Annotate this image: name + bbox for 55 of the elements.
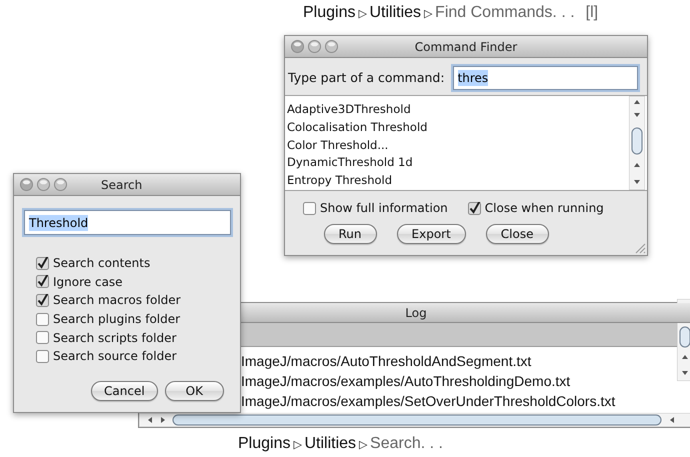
shortcut-key: [l] <box>586 4 598 22</box>
checkbox[interactable] <box>468 202 481 214</box>
path-separator: ▷ <box>424 7 432 20</box>
window-button[interactable] <box>325 40 338 53</box>
dialog-button[interactable]: Cancel <box>91 380 158 401</box>
checkbox[interactable] <box>36 294 49 307</box>
checkbox-label: Show full information <box>320 201 448 215</box>
path-separator: ▷ <box>359 438 368 451</box>
menu-path-item: Find Commands. . . <box>435 4 575 22</box>
menu-path-item: Utilities <box>304 435 356 453</box>
menu-path-item: Plugins <box>238 435 290 453</box>
window-title: Command Finder <box>414 40 518 54</box>
checkbox-label: Search contents <box>53 256 150 270</box>
window-button[interactable] <box>54 178 67 191</box>
window-title: Log <box>405 306 427 320</box>
checkbox-label: Close when running <box>484 201 604 215</box>
log-line: ImageJ/macros/examples/SetOverUnderThresholdColors.txt <box>241 392 616 411</box>
checkbox-label: Search scripts folder <box>53 330 176 345</box>
checkbox[interactable] <box>303 202 316 214</box>
text-field[interactable]: thres <box>452 66 638 90</box>
window-title: Search <box>101 178 142 192</box>
list-item[interactable]: Adaptive3DThreshold <box>287 101 411 119</box>
scrollbar[interactable] <box>139 413 690 427</box>
menu-path-item: Utilities <box>369 4 422 22</box>
dialog-button[interactable]: Export <box>396 224 466 244</box>
window-button[interactable] <box>37 178 50 191</box>
menu-path-item: Plugins <box>303 4 356 22</box>
list-item[interactable]: DynamicThreshold 1d <box>287 154 413 172</box>
log-line: ImageJ/macros/examples/AutoThresholdingDemo.txt <box>241 372 570 391</box>
path-separator: ▷ <box>293 438 302 451</box>
checkbox-label: Search plugins folder <box>53 312 180 326</box>
checkbox[interactable] <box>36 312 49 326</box>
window-button[interactable] <box>308 40 321 53</box>
text-field[interactable]: Threshold <box>24 210 231 235</box>
log-line: ImageJ/macros/AutoThresholdAndSegment.txt <box>241 352 532 371</box>
checkbox[interactable] <box>36 256 49 270</box>
dialog-button[interactable]: OK <box>164 380 224 401</box>
list-item[interactable]: Color Threshold... <box>287 136 388 154</box>
checkbox-label: Search macros folder <box>53 293 181 308</box>
checkbox[interactable] <box>36 275 49 288</box>
path-separator: ▷ <box>358 7 366 20</box>
window-button[interactable] <box>20 178 33 191</box>
scrollbar[interactable] <box>629 96 645 190</box>
menu-path-item: Search. . . <box>370 435 443 453</box>
dialog-button[interactable]: Close <box>486 224 548 244</box>
checkbox[interactable] <box>36 331 49 344</box>
checkbox-label: Search source folder <box>53 349 177 364</box>
list-item[interactable]: Entropy Threshold <box>287 172 392 190</box>
dialog-button[interactable]: Run <box>324 224 377 244</box>
checkbox-label: Ignore case <box>53 274 123 289</box>
checkbox[interactable] <box>36 350 49 363</box>
list-item[interactable]: Colocalisation Threshold <box>287 118 428 137</box>
window-button[interactable] <box>291 40 304 53</box>
field-label: Type part of a command: <box>288 70 445 85</box>
resize-grip-icon[interactable] <box>635 243 646 254</box>
